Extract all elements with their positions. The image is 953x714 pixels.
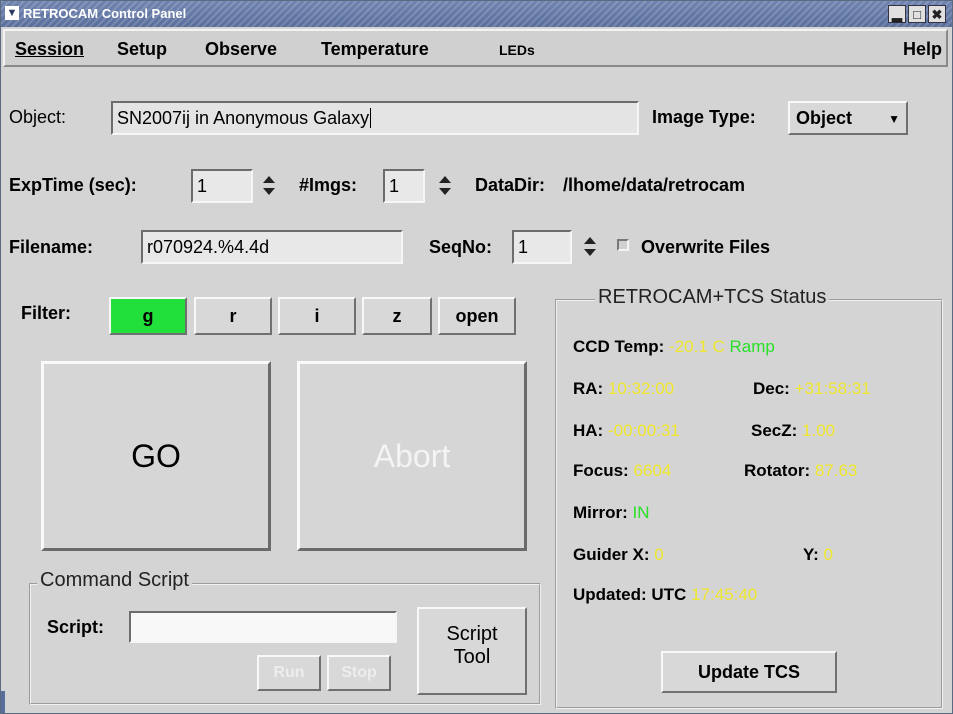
secz-label: SecZ: [751, 421, 798, 440]
guider-y-row: Y: 0 [803, 545, 833, 565]
title-bar[interactable]: ▼ RETROCAM Control Panel ▂ □ ✖ [1, 1, 952, 27]
menu-help[interactable]: Help [903, 39, 942, 60]
focus-value: 6604 [633, 461, 672, 480]
focus-label: Focus: [573, 461, 629, 480]
guider-x-value: 0 [654, 545, 664, 564]
guider-y-label: Y: [803, 545, 819, 564]
minimize-button[interactable]: ▂ [888, 5, 906, 23]
retrocam-window: ▼ RETROCAM Control Panel ▂ □ ✖ Session S… [0, 0, 953, 714]
datadir-label: DataDir: [475, 175, 546, 195]
menu-session[interactable]: Session [15, 39, 84, 60]
command-script-title: Command Script [37, 569, 192, 592]
filter-g-button[interactable]: g [109, 297, 187, 335]
ha-label: HA: [573, 421, 604, 440]
mirror-label: Mirror: [573, 503, 628, 522]
spin-up-icon[interactable] [584, 237, 596, 244]
menu-observe[interactable]: Observe [205, 39, 277, 60]
script-tool-line1: Script [446, 623, 498, 645]
seqno-spinner[interactable] [584, 233, 600, 261]
menu-temperature[interactable]: Temperature [321, 39, 429, 60]
updated-value: 17:45:40 [691, 585, 758, 604]
window-title: RETROCAM Control Panel [23, 6, 187, 21]
nimgs-spinner[interactable] [439, 172, 455, 200]
focus-row: Focus: 6604 [573, 461, 671, 481]
overwrite-label: Overwrite Files [641, 237, 771, 257]
ra-value: 10:32:00 [607, 379, 675, 398]
ha-row: HA: -00:00:31 [573, 421, 680, 441]
filter-i-button[interactable]: i [278, 297, 356, 335]
spin-down-icon[interactable] [439, 188, 451, 195]
exptime-spinner[interactable] [263, 172, 279, 200]
ccd-temp-row: CCD Temp: -20.1 C Ramp [573, 337, 775, 357]
guider-x-label: Guider X: [573, 545, 650, 564]
spin-down-icon[interactable] [263, 188, 275, 195]
filter-label: Filter: [21, 303, 72, 323]
spin-up-icon[interactable] [263, 176, 275, 183]
menu-setup[interactable]: Setup [117, 39, 167, 60]
rotator-value: 87.63 [814, 461, 858, 480]
dec-label: Dec: [753, 379, 790, 398]
ccd-mode-value: Ramp [729, 337, 775, 356]
dec-row: Dec: +31:58:31 [753, 379, 871, 399]
dropdown-arrow-icon: ▼ [888, 112, 900, 126]
exptime-input[interactable]: 1 [191, 169, 253, 203]
filter-r-button[interactable]: r [194, 297, 272, 335]
maximize-button[interactable]: □ [908, 5, 926, 23]
menu-leds[interactable]: LEDs [499, 42, 535, 58]
dec-value: +31:58:31 [794, 379, 871, 398]
close-button[interactable]: ✖ [928, 5, 946, 23]
rotator-row: Rotator: 87.63 [744, 461, 857, 481]
updated-label: Updated: UTC [573, 585, 687, 604]
seqno-input[interactable]: 1 [512, 230, 572, 264]
seqno-label: SeqNo: [429, 237, 492, 257]
filter-open-button[interactable]: open [438, 297, 516, 335]
window-menu-icon[interactable]: ▼ [5, 6, 19, 20]
script-tool-button[interactable]: Script Tool [417, 607, 527, 695]
menu-bar: Session Setup Observe Temperature LEDs H… [3, 29, 948, 67]
stop-button[interactable]: Stop [327, 655, 391, 691]
secz-value: 1.00 [802, 421, 836, 440]
window-edge [1, 691, 5, 713]
spin-down-icon[interactable] [584, 249, 596, 256]
mirror-value: IN [632, 503, 650, 522]
nimgs-label: #Imgs: [299, 175, 358, 195]
updated-row: Updated: UTC 17:45:40 [573, 585, 757, 605]
secz-row: SecZ: 1.00 [751, 421, 835, 441]
spin-up-icon[interactable] [439, 176, 451, 183]
filename-input[interactable]: r070924.%4.4d [141, 230, 403, 264]
nimgs-input[interactable]: 1 [383, 169, 425, 203]
filter-z-button[interactable]: z [362, 297, 432, 335]
rotator-label: Rotator: [744, 461, 811, 480]
exptime-label: ExpTime (sec): [9, 175, 137, 195]
object-label: Object: [9, 107, 67, 127]
guider-x-row: Guider X: 0 [573, 545, 664, 565]
datadir-value: /lhome/data/retrocam [563, 175, 746, 195]
script-tool-line2: Tool [453, 646, 491, 668]
abort-button[interactable]: Abort [297, 361, 527, 551]
ccd-temp-value: -20.1 C [669, 337, 725, 356]
tcs-status-title: RETROCAM+TCS Status [595, 286, 830, 309]
object-input[interactable]: SN2007ij in Anonymous Galaxy [111, 101, 639, 135]
overwrite-checkbox[interactable] [617, 239, 629, 251]
image-type-select[interactable]: Object ▼ [788, 101, 908, 135]
go-button[interactable]: GO [41, 361, 271, 551]
image-type-label: Image Type: [652, 107, 756, 127]
script-input[interactable] [129, 611, 397, 643]
object-input-value: SN2007ij in Anonymous Galaxy [117, 108, 370, 128]
mirror-row: Mirror: IN [573, 503, 650, 523]
ccd-temp-label: CCD Temp: [573, 337, 665, 356]
script-label: Script: [47, 617, 105, 637]
guider-y-value: 0 [823, 545, 833, 564]
update-tcs-button[interactable]: Update TCS [661, 651, 837, 693]
ra-label: RA: [573, 379, 604, 398]
menu-session-label: Session [15, 39, 85, 59]
filename-label: Filename: [9, 237, 94, 257]
image-type-value: Object [796, 108, 853, 128]
ha-value: -00:00:31 [607, 421, 680, 440]
ra-row: RA: 10:32:00 [573, 379, 674, 399]
run-button[interactable]: Run [257, 655, 321, 691]
